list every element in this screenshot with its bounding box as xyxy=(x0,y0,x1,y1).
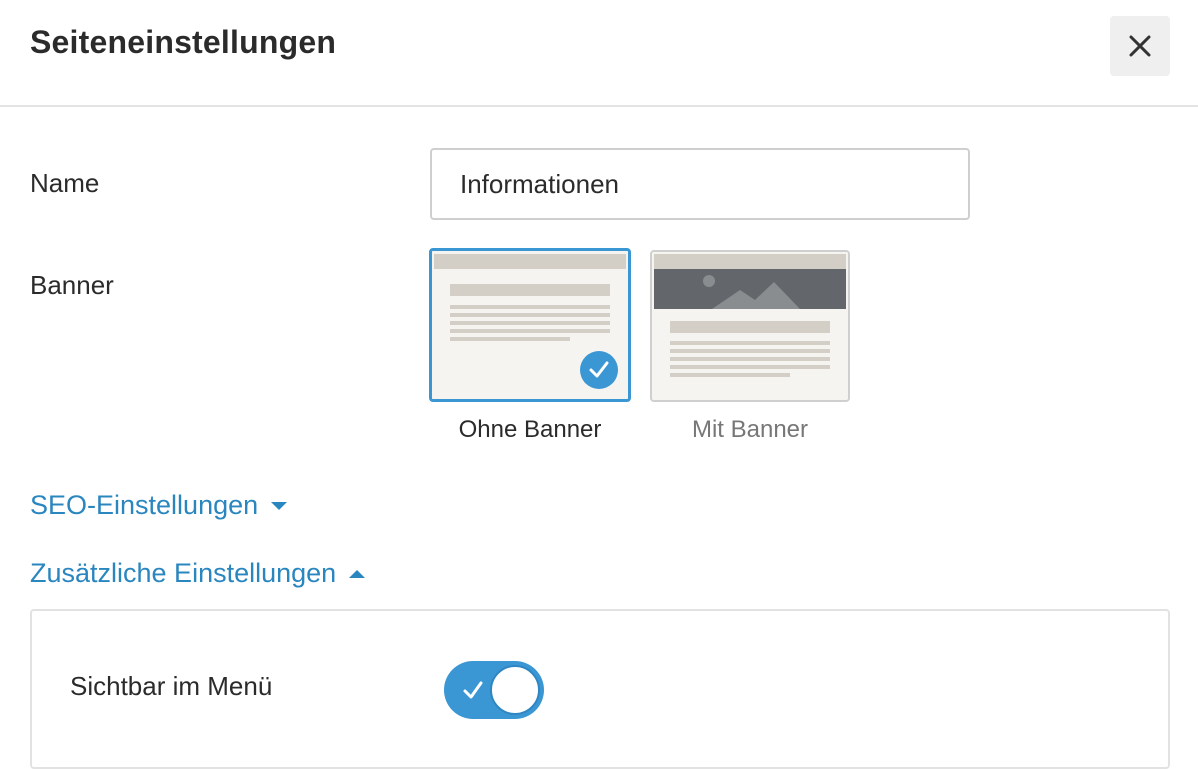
seo-settings-toggle[interactable]: SEO-Einstellungen xyxy=(30,490,288,521)
caret-up-icon xyxy=(349,569,366,578)
close-button[interactable] xyxy=(1110,16,1170,76)
additional-settings-label: Zusätzliche Einstellungen xyxy=(30,558,337,588)
name-input[interactable] xyxy=(430,148,970,220)
close-icon xyxy=(1129,35,1151,57)
checkmark-icon xyxy=(589,361,609,378)
selected-badge xyxy=(580,351,618,389)
banner-option-without-label: Ohne Banner xyxy=(458,416,602,443)
additional-settings-toggle[interactable]: Zusätzliche Einstellungen xyxy=(30,558,366,589)
toggle-knob xyxy=(490,665,540,715)
additional-settings-panel: Sichtbar im Menü xyxy=(30,609,1170,769)
banner-label: Banner xyxy=(30,270,114,300)
visible-in-menu-label: Sichtbar im Menü xyxy=(70,671,273,701)
visible-in-menu-toggle[interactable] xyxy=(444,661,544,719)
banner-option-without[interactable] xyxy=(429,248,631,402)
banner-option-with-label: Mit Banner xyxy=(691,416,809,443)
checkmark-icon xyxy=(463,681,483,699)
name-label: Name xyxy=(30,168,100,198)
caret-down-icon xyxy=(271,501,288,510)
page-title: Seiteneinstellungen xyxy=(30,24,337,60)
dialog-header: Seiteneinstellungen xyxy=(0,0,1198,107)
banner-option-with[interactable] xyxy=(650,250,850,402)
layout-with-banner-icon xyxy=(652,252,848,400)
seo-settings-label: SEO-Einstellungen xyxy=(30,490,259,520)
